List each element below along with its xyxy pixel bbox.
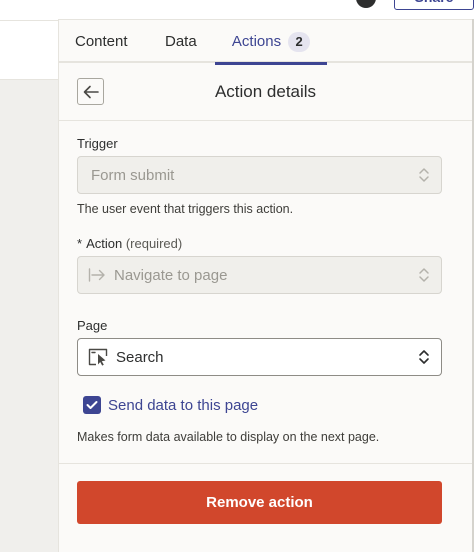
arrow-to-line-icon: [88, 267, 106, 283]
send-data-help-text: Makes form data available to display on …: [77, 430, 380, 444]
action-value: Navigate to page: [114, 266, 228, 284]
tab-label: Content: [75, 33, 128, 50]
tab-label: Data: [165, 33, 197, 50]
panel-tabs: Content Data Actions 2: [59, 20, 472, 65]
tab-content[interactable]: Content: [75, 20, 128, 63]
chevron-up-down-icon: [418, 167, 430, 183]
trigger-help-text: The user event that triggers this action…: [77, 202, 294, 216]
page-select[interactable]: Search: [77, 338, 442, 376]
tab-label: Actions: [231, 33, 282, 50]
trigger-label: Trigger: [77, 136, 118, 151]
action-label-text: Action: [86, 236, 123, 251]
page-label: Page: [77, 318, 108, 333]
share-button[interactable]: Share: [394, 0, 474, 10]
action-select: Navigate to page: [77, 256, 442, 294]
chevron-up-down-icon: [418, 349, 430, 365]
action-details-panel: Content Data Actions 2 Action details Tr…: [58, 19, 472, 552]
tab-actions[interactable]: Actions 2: [215, 20, 327, 65]
actions-count-badge: 2: [288, 31, 311, 52]
action-label: * Action (required): [77, 236, 182, 251]
required-note: (required): [125, 236, 183, 251]
page-cursor-icon: [88, 348, 108, 366]
remove-action-button[interactable]: Remove action: [77, 481, 442, 524]
send-data-label: Send data to this page: [108, 396, 259, 414]
trigger-value: Form submit: [91, 166, 175, 184]
action-header: Action details: [59, 65, 472, 121]
page-value: Search: [116, 348, 164, 366]
panel-title: Action details: [214, 82, 317, 101]
send-data-checkbox[interactable]: [83, 396, 101, 414]
canvas-background: [0, 80, 58, 552]
canvas-top: [0, 0, 58, 20]
tab-data[interactable]: Data: [165, 20, 197, 63]
trigger-select: Form submit: [77, 156, 442, 194]
canvas-card: [0, 20, 58, 80]
chevron-up-down-icon: [418, 267, 430, 283]
divider: [59, 463, 472, 464]
required-marker: *: [77, 236, 83, 251]
send-data-checkbox-row[interactable]: Send data to this page: [83, 394, 258, 416]
checkmark-icon: [86, 401, 98, 409]
